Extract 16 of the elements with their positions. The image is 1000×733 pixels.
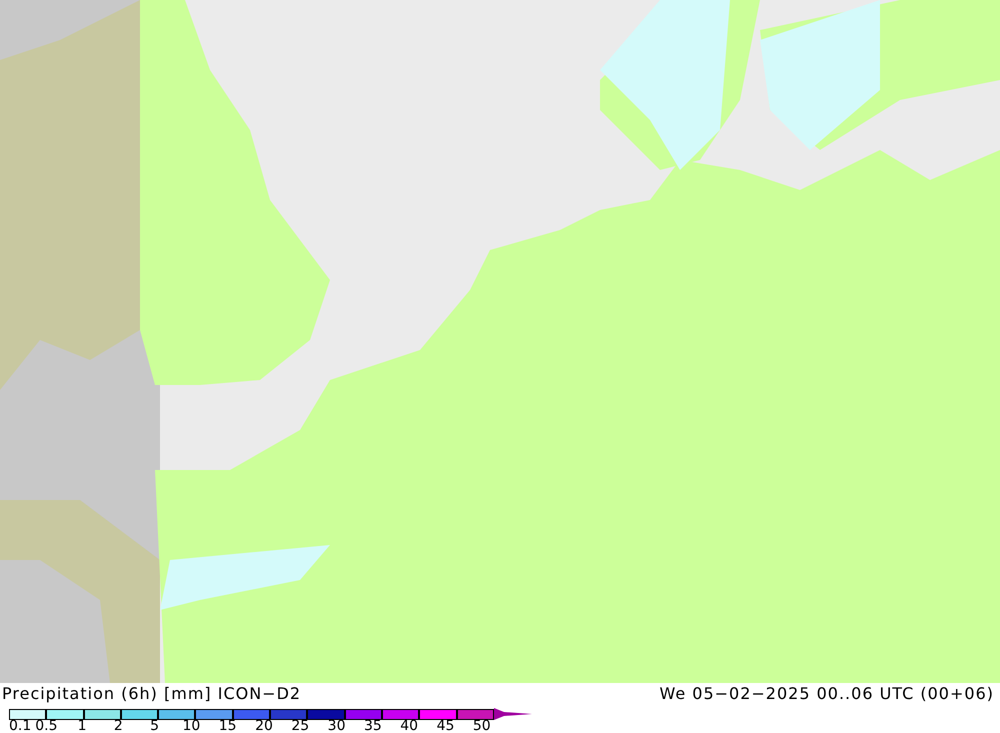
scale-label: 20 (255, 719, 273, 733)
scale-label: 10 (182, 719, 200, 733)
scale-label: 45 (436, 719, 454, 733)
scale-label: 15 (218, 719, 237, 733)
scale-label: 35 (364, 719, 382, 733)
scale-label: 5 (150, 719, 160, 733)
scale-label: 40 (400, 719, 418, 733)
scale-label: 30 (328, 719, 346, 733)
scale-label: 1 (78, 719, 86, 733)
scale-label: 0.5 (35, 719, 58, 733)
scale-label: 2 (114, 719, 123, 733)
scale-label: 50 (472, 719, 491, 733)
legend-title: Precipitation (6h) [mm] ICON−D2 (2, 685, 302, 703)
scale-label: 0.1 (9, 719, 32, 733)
scale-label: 25 (291, 719, 310, 733)
valid-time: We 05−02−2025 00..06 UTC (00+06) (659, 685, 994, 703)
